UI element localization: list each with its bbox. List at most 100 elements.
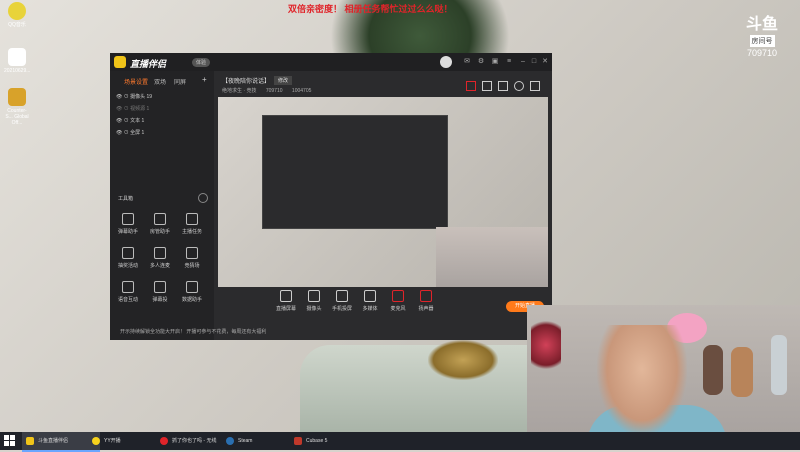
speaker-icon <box>420 290 432 302</box>
tool-label: 房管助手 <box>149 229 170 235</box>
tool-guess[interactable]: 竞猜场 <box>178 247 206 269</box>
tool-label: 弹幕投 <box>152 297 168 303</box>
tool-admin[interactable]: 房管助手 <box>146 213 174 235</box>
tool-label: 语音互动 <box>117 297 138 303</box>
tool-task[interactable]: 主播任务 <box>178 213 206 235</box>
tool-multi[interactable]: 多人连麦 <box>146 247 174 269</box>
app-name: 直播伴侣 <box>130 59 167 69</box>
csgo-icon <box>8 88 26 106</box>
tool-lottery[interactable]: 抽奖活动 <box>114 247 142 269</box>
webcam-overlay <box>527 305 800 432</box>
stream-title[interactable]: 【夜晚陪你说话】 <box>222 76 270 85</box>
mic-icon <box>122 281 134 293</box>
chat-icon <box>122 213 134 225</box>
lock-icon[interactable] <box>482 81 492 91</box>
stream-preview[interactable] <box>218 97 548 287</box>
follower-count: 1004705 <box>291 88 312 94</box>
bell-icon[interactable] <box>514 81 524 91</box>
source-row[interactable]: 👁 ⊙ 文本 1 <box>116 117 144 124</box>
desktop-icon-qqmusic[interactable]: QQ音乐 <box>4 2 30 28</box>
tool-label: 数据助手 <box>181 297 202 303</box>
share-icon[interactable] <box>530 81 540 91</box>
avatar[interactable] <box>440 56 452 68</box>
control-label: 多媒体 <box>362 306 378 312</box>
source-label: 全屏 1 <box>130 130 145 136</box>
windows-start-icon[interactable] <box>4 435 16 447</box>
settings-icon[interactable]: ⚙ <box>476 57 486 67</box>
bear-figure <box>703 345 723 395</box>
add-scene-icon[interactable]: + <box>202 75 207 84</box>
nested-preview-window <box>262 115 448 229</box>
control-label: 麦克风 <box>390 306 406 312</box>
source-label: 文本 1 <box>130 118 145 124</box>
tool-label: 弹幕助手 <box>117 229 138 235</box>
tool-label: 多人连麦 <box>149 263 170 269</box>
bear-figure <box>731 347 753 397</box>
desktop-icon-label: 20210629... <box>4 68 31 74</box>
message-icon[interactable]: ✉ <box>462 57 472 67</box>
sidebar: 场景设置 双场 同屏 + 👁 ⊙ 摄像头 19 👁 ⊙ 视频源 1 👁 ⊙ 文本… <box>110 71 214 340</box>
tool-danmu[interactable]: 弹幕助手 <box>114 213 142 235</box>
room-label: 房间号 <box>749 35 775 47</box>
camera-icon <box>308 290 320 302</box>
app-logo-icon <box>114 56 126 68</box>
room-id: 709710 <box>265 88 283 94</box>
desktop-icon-label: QQ音乐 <box>8 22 26 28</box>
control-label: 直播屏幕 <box>275 306 296 312</box>
task-icon <box>186 213 198 225</box>
skin-icon[interactable]: ▣ <box>490 57 500 67</box>
qqmusic-icon <box>8 2 26 20</box>
douyu-watermark: 斗鱼 房间号 709710 <box>740 10 784 58</box>
pineapple-decoration <box>428 340 498 380</box>
taskbar-label: YY开播 <box>104 438 121 444</box>
gift-icon <box>122 247 134 259</box>
app-icon <box>160 437 168 445</box>
source-controls: 直播屏幕 摄像头 手机投屏 多媒体 麦克风 扬声器 <box>214 290 552 318</box>
tool-voice[interactable]: 语音互动 <box>114 281 142 303</box>
source-label: 视频源 1 <box>130 106 150 112</box>
tool-vote[interactable]: 弹幕投 <box>146 281 174 303</box>
menu-icon[interactable]: ≡ <box>504 57 514 67</box>
tool-data[interactable]: 数据助手 <box>178 281 206 303</box>
version-badge[interactable]: 体验 <box>192 58 211 67</box>
douyu-logo: 斗鱼 <box>745 16 778 33</box>
tool-label: 主播任务 <box>181 229 202 235</box>
edit-title-button[interactable]: 修改 <box>274 76 293 85</box>
control-label: 扬声器 <box>418 306 434 312</box>
link-icon <box>154 247 166 259</box>
minimize-icon[interactable]: – <box>518 57 528 67</box>
chart-icon <box>186 281 198 293</box>
gift-icon[interactable] <box>466 81 476 91</box>
game-icon <box>186 247 198 259</box>
tab-mirror[interactable]: 同屏 <box>174 77 186 86</box>
title-bar[interactable]: 直播伴侣 体验 ✉ ⚙ ▣ ≡ – □ ✕ <box>110 53 552 71</box>
category-tag: 绝地求生 · 竞技 <box>222 88 257 94</box>
taskbar-label: Cubase 5 <box>306 438 328 444</box>
close-icon[interactable]: ✕ <box>540 57 550 67</box>
desktop-icon-csgo[interactable]: Counter-S... Global Off... <box>4 88 30 126</box>
source-row[interactable]: 👁 ⊙ 全屏 1 <box>116 129 144 136</box>
record-icon[interactable] <box>498 81 508 91</box>
file-icon <box>8 48 26 66</box>
screen-icon <box>280 290 292 302</box>
vote-icon <box>154 281 166 293</box>
tab-scene[interactable]: 场景设置 <box>124 77 148 86</box>
phone-icon <box>336 290 348 302</box>
preview-webcam <box>436 227 548 287</box>
control-speaker[interactable]: 扬声器 <box>410 290 442 312</box>
cubase-icon <box>294 437 302 445</box>
tool-label: 竞猜场 <box>184 263 200 269</box>
lamp-decoration <box>771 335 787 395</box>
desktop-icon-folder[interactable]: 20210629... <box>4 48 30 74</box>
source-row[interactable]: 👁 ⊙ 摄像头 19 <box>116 93 152 100</box>
control-label: 摄像头 <box>306 306 322 312</box>
source-row[interactable]: 👁 ⊙ 视频源 1 <box>116 105 149 112</box>
user-icon <box>154 213 166 225</box>
maximize-icon[interactable]: □ <box>529 57 539 67</box>
taskbar-item[interactable]: Cubase 5 <box>290 432 368 450</box>
source-label: 摄像头 19 <box>130 94 153 100</box>
shelf-decoration <box>300 345 540 435</box>
tab-dual[interactable]: 双场 <box>154 77 166 86</box>
taskbar-label: 抓了你也了吗 - 无线 <box>172 438 217 444</box>
toolbox-more-icon[interactable] <box>198 193 208 203</box>
